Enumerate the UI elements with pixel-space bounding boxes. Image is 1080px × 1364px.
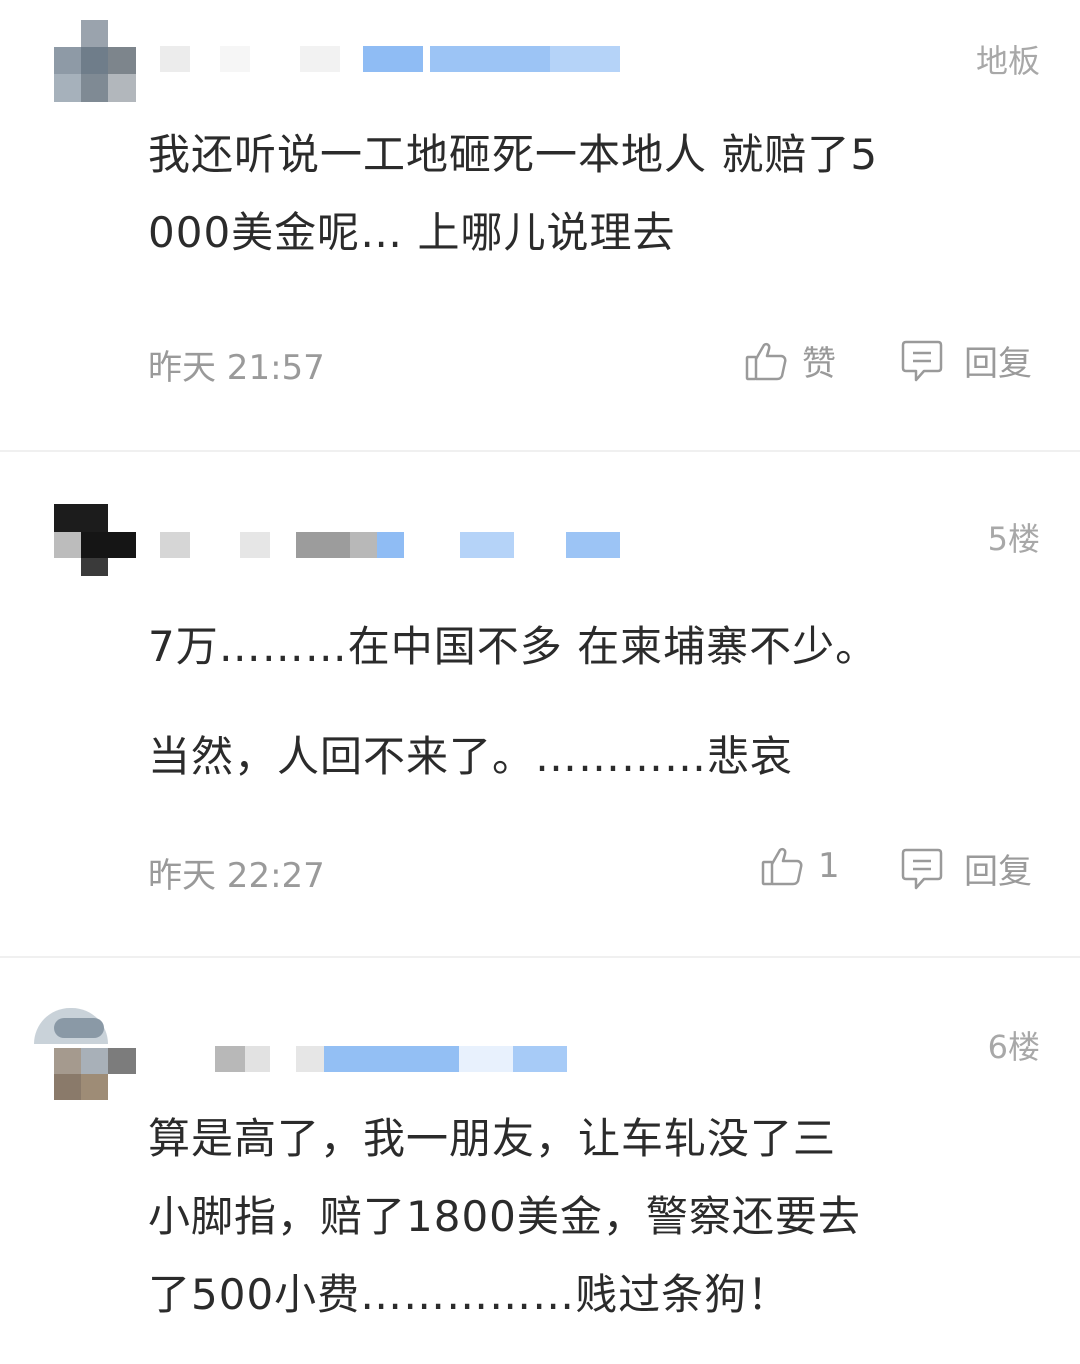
reply-label: 回复	[964, 344, 1032, 384]
like-button[interactable]: 赞	[744, 336, 836, 385]
content-line: 小脚指，赔了1800美金，警察还要去	[148, 1192, 861, 1241]
reply-label: 回复	[964, 852, 1032, 892]
reply-button[interactable]: 回复	[900, 844, 1032, 893]
avatar[interactable]	[54, 494, 136, 576]
like-button[interactable]: 1	[760, 844, 840, 888]
comment-bubble-icon	[900, 846, 944, 892]
username-blurred[interactable]	[160, 46, 630, 72]
thumbs-up-icon	[744, 339, 788, 383]
comment-content: 7万………在中国不多 在柬埔寨不少。 当然，人回不来了。…………悲哀	[148, 592, 1028, 812]
content-line: 000美金呢… 上哪儿说理去	[148, 208, 676, 257]
timestamp: 昨天 21:57	[148, 348, 325, 388]
floor-label: 6楼	[987, 1028, 1040, 1066]
content-line: 当然，人回不来了。…………悲哀	[148, 732, 794, 781]
comment-content: 算是高了，我一朋友，让车轧没了三 小脚指，赔了1800美金，警察还要去 了500…	[148, 1100, 1028, 1334]
username-blurred[interactable]	[160, 532, 630, 558]
content-line: 7万………在中国不多 在柬埔寨不少。	[148, 622, 879, 671]
timestamp: 昨天 22:27	[148, 856, 325, 896]
floor-label: 地板	[975, 42, 1040, 80]
content-line: 我还听说一工地砸死一本地人 就赔了5	[148, 130, 879, 179]
content-line: 算是高了，我一朋友，让车轧没了三	[148, 1114, 837, 1163]
floor-label: 5楼	[987, 520, 1040, 558]
username-blurred[interactable]	[160, 1046, 630, 1072]
thumbs-up-icon	[760, 844, 804, 888]
avatar[interactable]	[54, 20, 136, 102]
content-line: 了500小费……………贱过条狗！	[148, 1270, 791, 1319]
comment-1: 地板 我还听说一工地砸死一本地人 就赔了5 000美金呢… 上哪儿说理去 昨天 …	[0, 0, 1080, 450]
like-count: 1	[818, 846, 840, 886]
comment-bubble-icon	[900, 338, 944, 384]
comment-3: 6楼 算是高了，我一朋友，让车轧没了三 小脚指，赔了1800美金，警察还要去 了…	[0, 958, 1080, 1364]
comment-2: 5楼 7万………在中国不多 在柬埔寨不少。 当然，人回不来了。…………悲哀 昨天…	[0, 452, 1080, 956]
like-label: 赞	[802, 344, 836, 384]
avatar[interactable]	[34, 1008, 138, 1100]
comment-content: 我还听说一工地砸死一本地人 就赔了5 000美金呢… 上哪儿说理去	[148, 116, 1028, 272]
reply-button[interactable]: 回复	[900, 336, 1032, 385]
